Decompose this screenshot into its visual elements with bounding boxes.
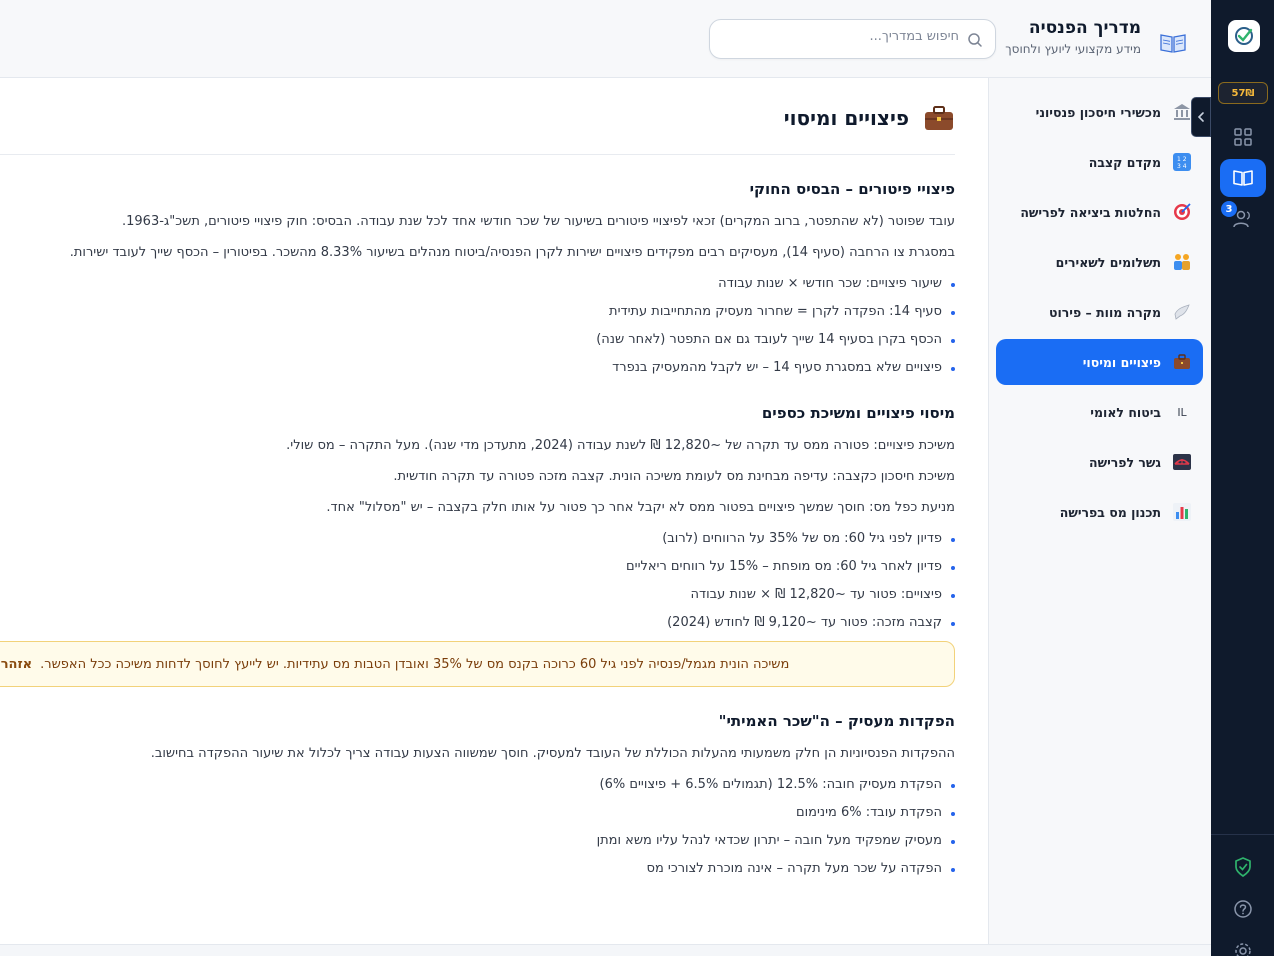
list-item: פיצויים שלא במסגרת סעיף 14 – יש לקבל מהמ… [0, 358, 955, 386]
paragraph: משיכת פיצויים: פטורה ממס עד תקרה של ~12,… [286, 438, 955, 453]
guide-button[interactable] [1220, 159, 1266, 197]
sidebar-item-pension-instruments[interactable]: מכשירי חיסכון פנסיוני [996, 89, 1203, 135]
paragraph: משיכת חיסכון כקצבה: עדיפה מבחינת מס לעומ… [393, 469, 955, 484]
grid-icon [1234, 128, 1252, 146]
paragraph: במסגרת צו הרחבה (סעיף 14), מעסיקים רבים … [69, 245, 955, 260]
chevron-left-icon [1197, 112, 1204, 122]
list-item: פדיון לפני גיל 60: מס של 35% על הרווחים … [0, 529, 955, 557]
sidebar-item-tax-planning[interactable]: תכנון מס בפרישה [996, 489, 1203, 535]
section-heading: פיצויי פיטורים – הבסיס החוקי [749, 180, 955, 198]
search-icon [968, 33, 982, 47]
list-item: פדיון לאחר גיל 60: מס מופחת – 15% על רוו… [0, 557, 955, 585]
sidebar-item-label: מקרה מוות – פירוט [1048, 304, 1161, 320]
app-logo[interactable] [1228, 20, 1260, 52]
icon-rail: 57₪ 3 [1211, 0, 1274, 956]
divider [1211, 834, 1274, 835]
open-book-icon [1160, 34, 1186, 53]
list-item: שיעור פיצויים: שכר חודשי × שנות עבודה [0, 274, 955, 302]
numbers-icon: 1 23 4 [1171, 151, 1193, 173]
paragraph: ההפקדות הפנסיוניות הן חלק משמעותי מהעלות… [150, 746, 955, 761]
settings-button[interactable] [1220, 930, 1266, 956]
bullet-list: הפקדת מעסיק חובה: 12.5% (תגמולים 6.5% + … [0, 775, 955, 887]
sidebar-item-label: ביטוח לאומי [1090, 404, 1161, 420]
list-item: הפקדת עובד: 6% מינימום [0, 803, 955, 831]
gear-icon [1235, 943, 1251, 956]
bottom-bar [0, 944, 1211, 956]
sidebar-item-label: תכנון מס בפרישה [1059, 504, 1161, 520]
section-taxation: מיסוי פיצויים ומשיכת כספים משיכת פיצויים… [0, 404, 955, 641]
list-item: מעסיק שמפקיד מעל חובה – יתרון שכדאי לנהל… [0, 831, 955, 859]
book-icon [1233, 170, 1253, 186]
help-button[interactable] [1220, 890, 1266, 928]
sidebar-item-death-case[interactable]: מקרה מוות – פירוט [996, 289, 1203, 335]
brand: מדריך הפנסיה מידע מקצועי ליועץ ולחוסך [1005, 18, 1186, 56]
dashboard-button[interactable] [1220, 118, 1266, 156]
target-icon [1171, 201, 1193, 223]
list-item: הפקדת מעסיק חובה: 12.5% (תגמולים 6.5% + … [0, 775, 955, 803]
sidebar-item-label: מכשירי חיסכון פנסיוני [1035, 104, 1161, 120]
bullet-list: פדיון לפני גיל 60: מס של 35% על הרווחים … [0, 529, 955, 641]
sidebar-item-label: תשלומים לשאירים [1055, 254, 1161, 270]
sidebar-item-severance-tax[interactable]: פיצויים ומיסוי [996, 339, 1203, 385]
svg-text:1 2: 1 2 [1177, 156, 1187, 163]
page-title: פיצויים ומיסוי [783, 106, 909, 130]
paragraph: מניעת כפל מס: חוסך שמשך פיצויים בפטור ממ… [326, 500, 955, 515]
warning-text: משיכה הונית מגמל/פנסיה לפני גיל 60 כרוכה… [40, 656, 790, 672]
top-header: מדריך הפנסיה מידע מקצועי ליועץ ולחוסך [0, 0, 1211, 78]
bridge-icon [1171, 451, 1193, 473]
shield-check-icon [1235, 857, 1251, 877]
brand-subtitle: מידע מקצועי ליועץ ולחוסך [1005, 42, 1141, 56]
logo-icon [1235, 27, 1253, 45]
sidebar: מכשירי חיסכון פנסיוני 1 23 4 מקדם קצבה ה… [988, 78, 1211, 944]
search-input[interactable] [729, 29, 959, 44]
sidebar-item-label: פיצויים ומיסוי [1082, 354, 1161, 370]
section-employer-deposits: הפקדות מעסיק – ה"שכר האמיתי" ההפקדות הפנ… [0, 712, 955, 887]
il-icon: IL [1177, 405, 1187, 419]
sidebar-item-survivors-payments[interactable]: תשלומים לשאירים [996, 239, 1203, 285]
svg-text:3 4: 3 4 [1177, 163, 1187, 170]
section-heading: מיסוי פיצויים ומשיכת כספים [761, 404, 955, 422]
list-item: הפקדה על שכר מעל תקרה – אינה מוכרת לצורכ… [0, 859, 955, 887]
section-heading: הפקדות מעסיק – ה"שכר האמיתי" [718, 712, 955, 730]
security-button[interactable] [1220, 848, 1266, 886]
sidebar-item-national-insurance[interactable]: IL ביטוח לאומי [996, 389, 1203, 435]
sidebar-collapse-button[interactable] [1191, 97, 1211, 137]
notification-badge: 3 [1221, 201, 1237, 217]
sidebar-item-label: מקדם קצבה [1088, 154, 1161, 170]
main-content: פיצויים ומיסוי פיצויי פיטורים – הבסיס הח… [0, 78, 988, 944]
sidebar-item-retirement-decisions[interactable]: החלטות ביציאה לפרישה [996, 189, 1203, 235]
family-icon [1171, 251, 1193, 273]
warning-label: אזהרה: [0, 656, 33, 672]
sidebar-item-retirement-bridge[interactable]: גשר לפרישה [996, 439, 1203, 485]
warning-callout: ⚠ אזהרה: משיכה הונית מגמל/פנסיה לפני גיל… [0, 641, 955, 687]
coins-badge: 57₪ [1218, 82, 1268, 104]
bar-chart-icon [1171, 501, 1193, 523]
help-icon [1234, 900, 1252, 918]
dove-icon [1171, 301, 1193, 323]
list-item: סעיף 14: הפקדה לקרן = שחרור מעסיק מהתחיי… [0, 302, 955, 330]
sidebar-item-annuity-factor[interactable]: 1 23 4 מקדם קצבה [996, 139, 1203, 185]
briefcase-icon [925, 106, 953, 130]
divider [0, 154, 955, 155]
sidebar-item-label: החלטות ביציאה לפרישה [1020, 204, 1161, 220]
briefcase-icon [1171, 351, 1193, 373]
sidebar-item-label: גשר לפרישה [1089, 454, 1161, 470]
list-item: פיצויים: פטור עד ~12,820 ₪ × שנות עבודה [0, 585, 955, 613]
page-header: פיצויים ומיסוי [784, 104, 955, 132]
list-item: קצבה מזכה: פטור עד ~9,120 ₪ לחודש (2024) [0, 613, 955, 641]
bullet-list: שיעור פיצויים: שכר חודשי × שנות עבודה סע… [0, 274, 955, 386]
bank-icon [1171, 101, 1193, 123]
brand-title: מדריך הפנסיה [1028, 18, 1141, 38]
section-legal-basis: פיצויי פיטורים – הבסיס החוקי עובד שפוטר … [0, 180, 955, 386]
search-box[interactable] [709, 19, 996, 59]
paragraph: עובד שפוטר (לא שהתפטר, ברוב המקרים) זכאי… [122, 214, 955, 229]
list-item: הכסף בקרן בסעיף 14 שייך לעובד גם אם התפט… [0, 330, 955, 358]
